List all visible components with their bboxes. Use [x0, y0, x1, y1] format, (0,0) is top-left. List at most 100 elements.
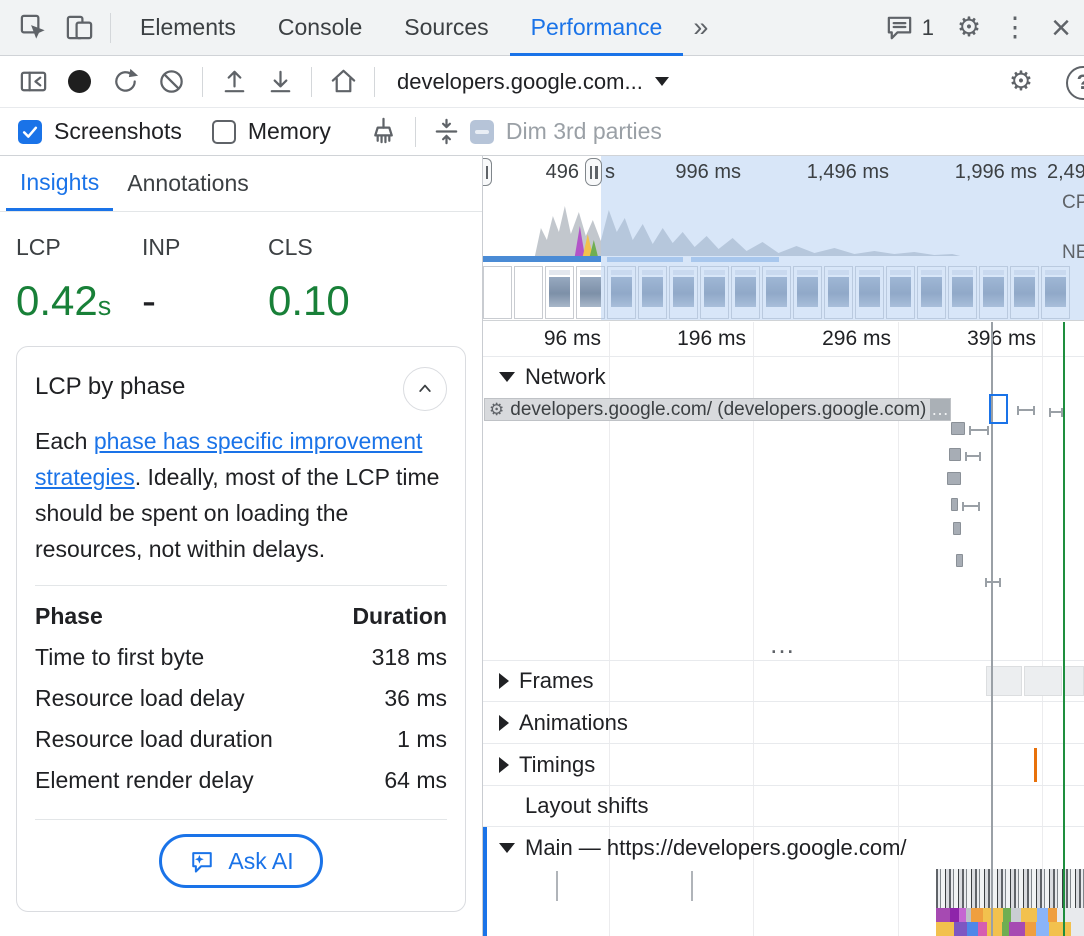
flame-segment[interactable] [1071, 922, 1084, 936]
network-request-bar[interactable] [956, 554, 963, 567]
screenshot-thumbnail[interactable] [762, 266, 791, 319]
request-label: developers.google.com/ (developers.googl… [510, 399, 930, 421]
inspect-element-button[interactable] [10, 6, 56, 50]
screenshot-thumbnail[interactable] [948, 266, 977, 319]
network-resize-handle[interactable]: … [483, 634, 1084, 654]
screenshot-thumbnail[interactable] [917, 266, 946, 319]
network-request-bar[interactable] [953, 522, 961, 535]
home-button[interactable] [320, 60, 366, 104]
screenshot-thumbnail[interactable] [514, 266, 543, 319]
track-layout-shifts[interactable]: Layout shifts [483, 786, 1084, 827]
tab-annotations[interactable]: Annotations [113, 156, 262, 211]
screenshot-thumbnail[interactable] [607, 266, 636, 319]
screenshot-thumbnail[interactable] [731, 266, 760, 319]
collapse-card-button[interactable] [403, 367, 447, 411]
flame-segment[interactable] [1009, 922, 1025, 936]
capture-settings-gear-icon[interactable]: ⚙ [998, 60, 1044, 104]
toggle-sidebar-button[interactable] [10, 60, 56, 104]
settings-gear-icon[interactable]: ⚙ [946, 6, 992, 50]
screenshot-thumbnail[interactable] [1041, 266, 1070, 319]
screenshot-thumbnail[interactable] [979, 266, 1008, 319]
flame-segment[interactable] [1011, 908, 1021, 922]
flame-segment[interactable] [954, 922, 967, 936]
close-icon[interactable]: × [1038, 6, 1084, 50]
collapse-button[interactable] [424, 110, 470, 154]
save-profile-button[interactable] [257, 60, 303, 104]
screenshots-checkbox[interactable]: Screenshots [18, 118, 182, 145]
ask-ai-button[interactable]: Ask AI [159, 834, 322, 888]
screenshot-thumbnail[interactable] [669, 266, 698, 319]
track-animations[interactable]: Animations [483, 702, 1084, 744]
overview-left-handle[interactable] [483, 158, 492, 186]
table-row: Time to first byte318 ms [35, 637, 447, 678]
tab-insights[interactable]: Insights [6, 156, 113, 211]
track-main-thread[interactable]: Main — https://developers.google.com/ [483, 827, 1084, 869]
flame-segment[interactable] [959, 908, 966, 922]
timeline-overview[interactable]: 496 s 996 ms 1,496 ms 1,996 ms 2,496 ms … [483, 156, 1084, 321]
network-track-header[interactable]: Network [483, 358, 1084, 396]
screenshot-thumbnail[interactable] [576, 266, 605, 319]
screenshot-thumbnail[interactable] [483, 266, 512, 319]
flame-segment[interactable] [1048, 908, 1057, 922]
flame-segment[interactable] [1037, 908, 1048, 922]
flame-segment[interactable] [1057, 908, 1084, 922]
screenshot-thumbnail[interactable] [886, 266, 915, 319]
tab-performance[interactable]: Performance [510, 0, 684, 56]
track-timings[interactable]: Timings [483, 744, 1084, 786]
flame-segment[interactable] [978, 922, 987, 936]
tab-console[interactable]: Console [257, 0, 383, 56]
flame-segment[interactable] [1021, 908, 1037, 922]
memory-checkbox[interactable]: Memory [212, 118, 331, 145]
network-request-bar[interactable] [951, 422, 965, 435]
screenshot-thumbnail[interactable] [824, 266, 853, 319]
screenshot-thumbnail[interactable] [1010, 266, 1039, 319]
tab-elements[interactable]: Elements [119, 0, 257, 56]
dim-3rd-parties-checkbox[interactable]: Dim 3rd parties [470, 118, 662, 145]
chevron-up-icon [414, 378, 436, 400]
screenshot-thumbnail[interactable] [545, 266, 574, 319]
flame-segment[interactable] [1003, 908, 1011, 922]
flame-segment[interactable] [1036, 922, 1049, 936]
flame-segment[interactable] [967, 922, 978, 936]
screenshot-thumbnail[interactable] [638, 266, 667, 319]
record-and-reload-button[interactable] [102, 60, 148, 104]
kebab-menu-icon[interactable]: ⋮ [992, 6, 1038, 50]
flame-segment[interactable] [1002, 922, 1009, 936]
tab-sources[interactable]: Sources [383, 0, 509, 56]
flame-segment[interactable] [936, 908, 950, 922]
flame-segment[interactable] [971, 908, 983, 922]
overview-right-handle[interactable] [585, 158, 602, 186]
network-whisker[interactable] [962, 502, 980, 511]
flame-segment[interactable] [1049, 922, 1071, 936]
network-request-bar[interactable] [947, 472, 961, 485]
metric-lcp[interactable]: LCP 0.42s [16, 234, 142, 325]
network-whisker[interactable] [1049, 408, 1063, 417]
flame-segment[interactable] [987, 922, 1002, 936]
metric-inp[interactable]: INP - [142, 234, 268, 325]
flame-segment[interactable] [983, 908, 1003, 922]
help-icon[interactable]: ? [1066, 66, 1084, 100]
metric-cls[interactable]: CLS 0.10 [268, 234, 394, 325]
device-toolbar-button[interactable] [56, 6, 102, 50]
network-request-bar[interactable] [949, 448, 961, 461]
network-whisker[interactable] [969, 426, 989, 435]
network-whisker[interactable] [965, 452, 981, 461]
load-profile-button[interactable] [211, 60, 257, 104]
flame-segment[interactable] [950, 908, 959, 922]
screenshot-thumbnail[interactable] [855, 266, 884, 319]
flame-barcode[interactable] [936, 869, 1084, 908]
record-button[interactable] [56, 60, 102, 104]
screenshot-thumbnail[interactable] [793, 266, 822, 319]
network-request-main[interactable]: ⚙ developers.google.com/ (developers.goo… [484, 398, 951, 421]
clear-button[interactable] [148, 60, 194, 104]
flame-segment[interactable] [936, 922, 954, 936]
screenshot-thumbnail[interactable] [700, 266, 729, 319]
issues-button[interactable]: 1 [884, 12, 934, 43]
collect-garbage-button[interactable] [361, 110, 407, 154]
more-tabs-button[interactable]: » [683, 12, 718, 43]
network-whisker[interactable] [1017, 406, 1035, 415]
network-request-bar[interactable] [951, 498, 958, 511]
network-whisker[interactable] [985, 578, 1001, 587]
page-url-selector[interactable]: developers.google.com... [383, 69, 683, 95]
flame-segment[interactable] [1025, 922, 1036, 936]
